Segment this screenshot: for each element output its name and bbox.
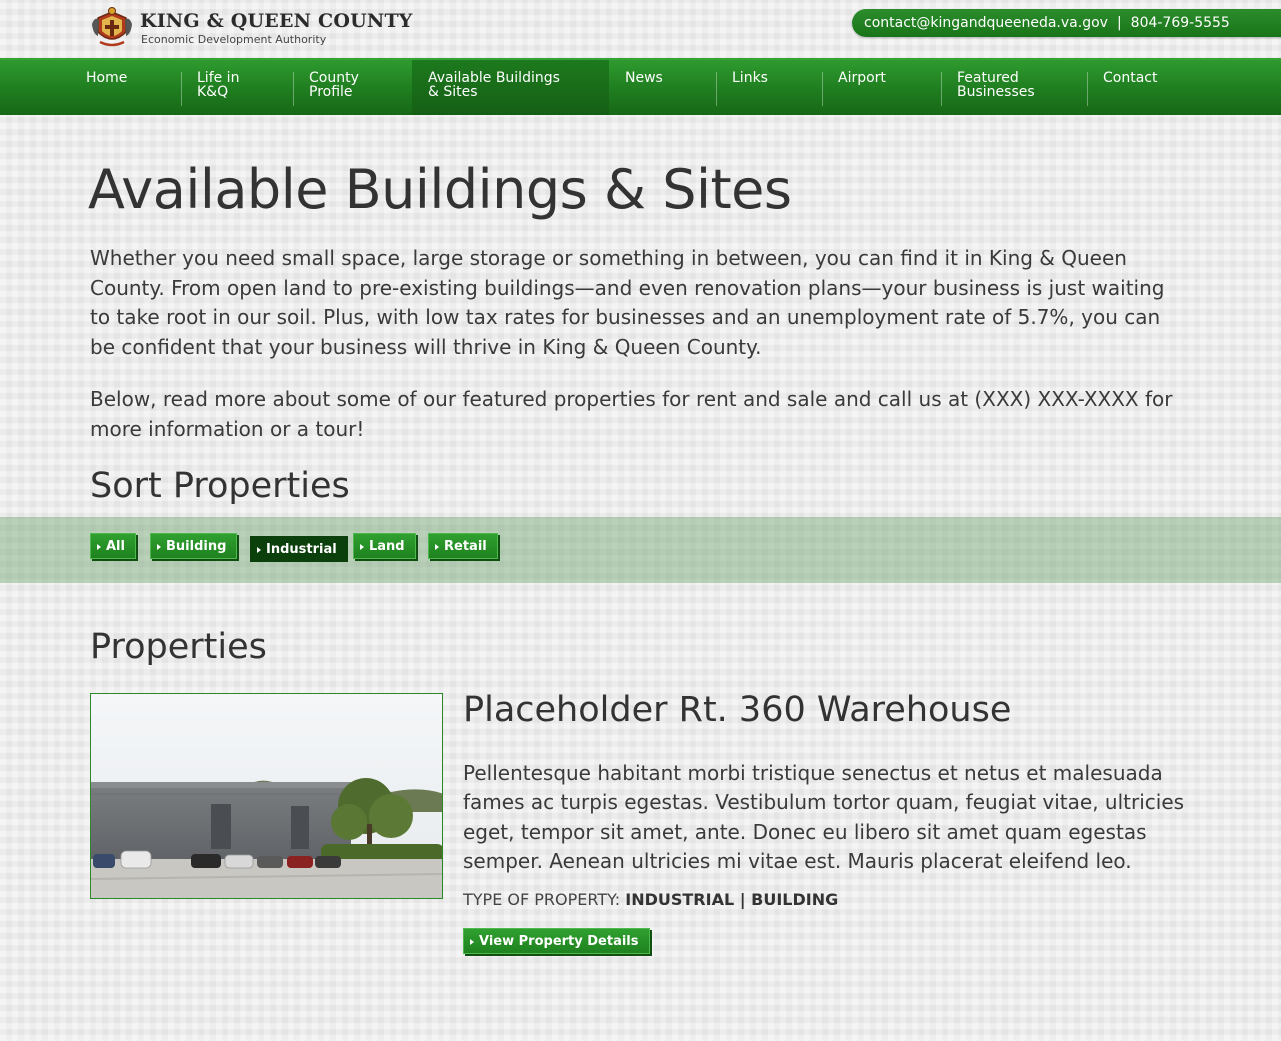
nav-item-airport[interactable]: Airport — [822, 60, 941, 115]
page-title: Available Buildings & Sites — [88, 158, 792, 221]
property-type-label: TYPE OF PROPERTY: — [463, 890, 621, 909]
nav-label-line2: K&Q — [197, 84, 229, 100]
properties-heading: Properties — [90, 627, 267, 667]
nav-divider — [181, 72, 182, 106]
property-photo[interactable] — [90, 693, 443, 899]
warehouse-image — [91, 694, 442, 898]
filter-button-building[interactable]: Building — [150, 533, 238, 559]
property-description: Pellentesque habitant morbi tristique se… — [463, 761, 1185, 873]
county-seal-icon — [92, 7, 132, 47]
nav-label: County — [309, 70, 359, 86]
site-header: KING & QUEEN COUNTY Economic Development… — [0, 0, 1281, 58]
contact-email-link[interactable]: contact@kingandqueeneda.va.gov — [864, 15, 1108, 31]
logo-title: KING & QUEEN COUNTY — [140, 10, 413, 32]
nav-divider — [716, 72, 717, 106]
site-logo[interactable]: KING & QUEEN COUNTY Economic Development… — [90, 6, 413, 50]
nav-label-line2: Profile — [309, 84, 353, 100]
contact-separator: | — [1116, 15, 1122, 31]
nav-item-available-buildings[interactable]: Available Buildings & Sites — [412, 60, 609, 115]
nav-label: Available Buildings — [428, 70, 560, 86]
nav-label-line2: Businesses — [957, 84, 1035, 100]
nav-divider — [1087, 72, 1088, 106]
property-type-value: INDUSTRIAL | BUILDING — [625, 890, 839, 909]
nav-item-county-profile[interactable]: County Profile — [293, 60, 412, 115]
sort-properties-heading: Sort Properties — [90, 466, 350, 506]
filter-button-industrial[interactable]: Industrial — [250, 536, 348, 562]
nav-label: Featured — [957, 70, 1019, 86]
nav-divider — [941, 72, 942, 106]
intro-paragraph: Whether you need small space, large stor… — [90, 246, 1165, 359]
nav-item-links[interactable]: Links — [716, 60, 822, 115]
nav-divider — [822, 72, 823, 106]
filter-button-retail[interactable]: Retail — [428, 533, 498, 559]
property-name[interactable]: Placeholder Rt. 360 Warehouse — [463, 690, 1011, 730]
nav-label: Contact — [1103, 70, 1158, 86]
nav-item-contact[interactable]: Contact — [1087, 60, 1207, 115]
nav-divider — [293, 72, 294, 106]
nav-item-life-in-kq[interactable]: Life in K&Q — [181, 60, 294, 115]
contact-paragraph: Below, read more about some of our featu… — [90, 387, 1173, 441]
contact-bar: contact@kingandqueeneda.va.gov | 804-769-5… — [852, 9, 1281, 37]
nav-label: Home — [86, 70, 128, 86]
view-property-details-button[interactable]: View Property Details — [463, 928, 650, 954]
nav-item-home[interactable]: Home — [70, 60, 182, 115]
filter-button-land[interactable]: Land — [353, 533, 416, 559]
main-nav: Home Life in K&Q County Profile Availabl… — [0, 58, 1281, 115]
nav-label: Airport — [838, 70, 886, 86]
property-type: TYPE OF PROPERTY: INDUSTRIAL | BUILDING — [463, 890, 838, 909]
nav-item-featured-businesses[interactable]: Featured Businesses — [941, 60, 1087, 115]
nav-label: News — [625, 70, 663, 86]
filter-button-all[interactable]: All — [90, 533, 136, 559]
contact-phone-link[interactable]: 804-769-5555 — [1131, 15, 1230, 31]
logo-subtitle: Economic Development Authority — [141, 33, 327, 46]
nav-item-news[interactable]: News — [609, 60, 717, 115]
nav-label-line2: & Sites — [428, 84, 478, 100]
nav-label: Life in — [197, 70, 240, 86]
nav-label: Links — [732, 70, 768, 86]
